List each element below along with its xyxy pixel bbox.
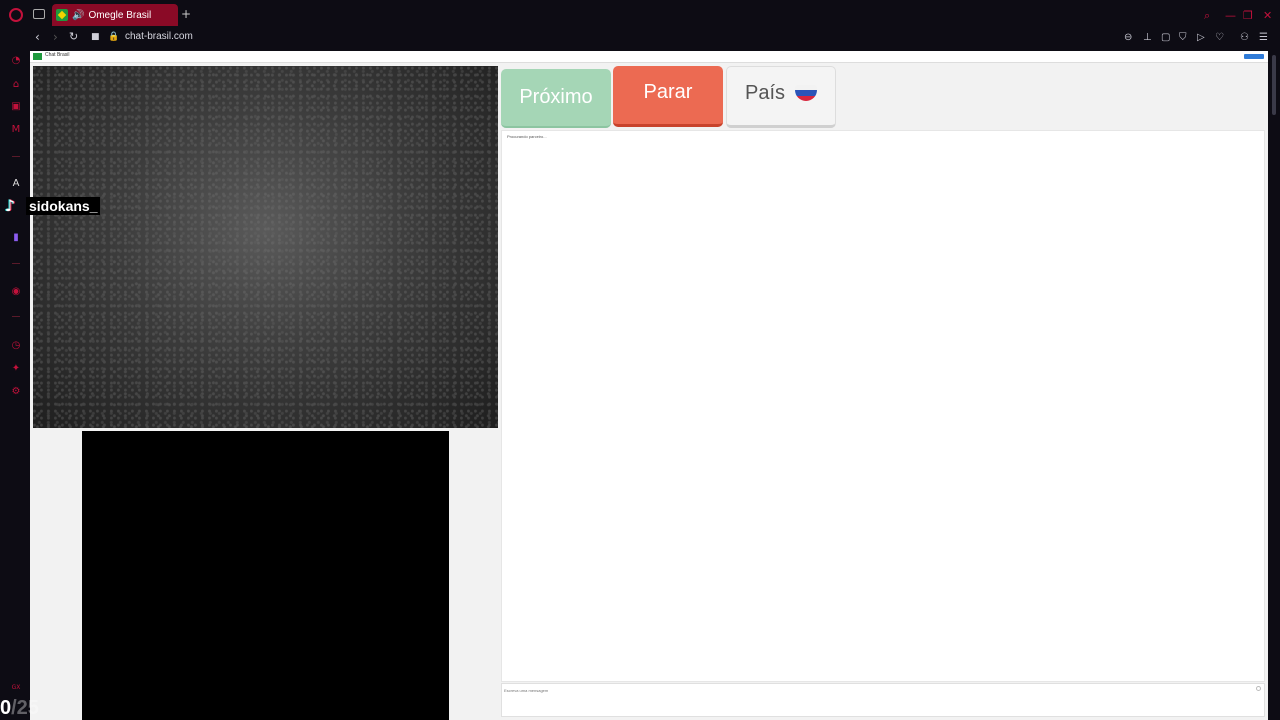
reload-icon[interactable]: ↻: [69, 30, 78, 43]
country-button[interactable]: País: [726, 66, 836, 128]
camera-icon[interactable]: ■: [91, 32, 100, 42]
sidebar: ◔ ⌂ ▣ M A ▮ ◉ ◷ ✦ ⚙ GX: [0, 48, 30, 720]
flag-stripe: [795, 95, 818, 101]
sidebar-divider: [12, 263, 20, 264]
counter-overlay: 0/25: [0, 697, 39, 720]
twitch-icon[interactable]: ▮: [10, 232, 22, 244]
counter-total: /25: [11, 697, 39, 719]
back-icon[interactable]: ‹: [35, 30, 40, 44]
url-field[interactable]: chat-brasil.com: [125, 31, 193, 42]
heart-icon[interactable]: ♡: [1215, 32, 1224, 43]
country-flag-icon: [795, 85, 818, 101]
messenger-icon[interactable]: ▣: [10, 101, 22, 113]
mail-icon[interactable]: M: [10, 124, 22, 136]
shopping-icon[interactable]: ⌂: [10, 79, 22, 91]
header-badge[interactable]: [1244, 54, 1264, 59]
scrollbar[interactable]: [1268, 51, 1280, 720]
snapshot-icon[interactable]: ▢: [1161, 32, 1170, 43]
history-icon[interactable]: ◷: [10, 340, 22, 352]
forward-icon[interactable]: ›: [53, 30, 58, 44]
close-icon[interactable]: ✕: [1263, 9, 1272, 22]
gx-icon[interactable]: GX: [10, 682, 22, 694]
shield-icon[interactable]: ⛉: [1179, 32, 1187, 43]
minimize-icon[interactable]: —: [1225, 9, 1236, 22]
streamer-tag: ♪ sidokans_: [0, 195, 101, 217]
counter-current: 0: [0, 697, 12, 719]
settings-icon[interactable]: ⚙: [10, 386, 22, 398]
player-icon[interactable]: ◉: [10, 286, 22, 298]
tab-bar: 🔊 Omegle Brasil + ⌕ — ❐ ✕: [0, 0, 1280, 30]
stranger-video: [33, 66, 498, 428]
sidebar-divider: [12, 316, 20, 317]
emoji-icon[interactable]: [1256, 686, 1261, 691]
streamer-username: sidokans_: [26, 197, 101, 215]
zoom-icon[interactable]: ⊖: [1124, 32, 1132, 43]
maximize-icon[interactable]: ❐: [1243, 9, 1253, 22]
speaker-icon[interactable]: 🔊: [72, 10, 84, 21]
opera-logo-icon[interactable]: [9, 8, 23, 22]
chat-status: Procurando parceiro...: [507, 134, 547, 139]
stop-button[interactable]: Parar: [613, 66, 723, 127]
browser-window: 🔊 Omegle Brasil + ⌕ — ❐ ✕ ‹ › ↻ ■ 🔒 chat…: [0, 0, 1280, 720]
pin-icon[interactable]: ⊥: [1143, 32, 1152, 43]
site-logo-icon: [33, 53, 42, 60]
sidebar-divider: [12, 156, 20, 157]
video-static: [33, 66, 498, 428]
chat-controls: Próximo Parar País: [500, 66, 1268, 128]
aria-icon[interactable]: A: [10, 178, 22, 190]
speed-dial-icon[interactable]: ◔: [10, 55, 22, 67]
chat-log: Procurando parceiro...: [501, 130, 1265, 682]
tab-omegle-brasil[interactable]: 🔊 Omegle Brasil: [52, 4, 178, 26]
account-icon[interactable]: ⚇: [1240, 32, 1249, 43]
new-tab-button[interactable]: +: [181, 7, 191, 21]
menu-icon[interactable]: ☰: [1259, 32, 1268, 43]
lock-icon[interactable]: 🔒: [108, 32, 119, 42]
message-input[interactable]: [504, 686, 1254, 694]
address-bar: ‹ › ↻ ■ 🔒 chat-brasil.com ⊖ ⊥ ▢ ⛉ ▷ ♡ ⚇ …: [30, 30, 1280, 48]
tiktok-icon: ♪: [4, 196, 16, 215]
tab-switcher-icon[interactable]: [33, 9, 45, 19]
extensions-icon[interactable]: ✦: [10, 363, 22, 375]
next-button[interactable]: Próximo: [501, 69, 611, 128]
brazil-flag-icon: [56, 9, 68, 21]
search-tabs-icon[interactable]: ⌕: [1204, 9, 1210, 23]
page-viewport: Chat Brasil Próximo Parar País Procurand…: [30, 51, 1268, 720]
play-icon[interactable]: ▷: [1197, 32, 1205, 43]
tab-title: Omegle Brasil: [88, 9, 152, 21]
chat-input-box: [501, 683, 1265, 717]
self-video: [82, 431, 449, 720]
site-header: Chat Brasil: [30, 51, 1268, 63]
country-label: País: [744, 81, 786, 104]
site-name: Chat Brasil: [45, 52, 70, 58]
